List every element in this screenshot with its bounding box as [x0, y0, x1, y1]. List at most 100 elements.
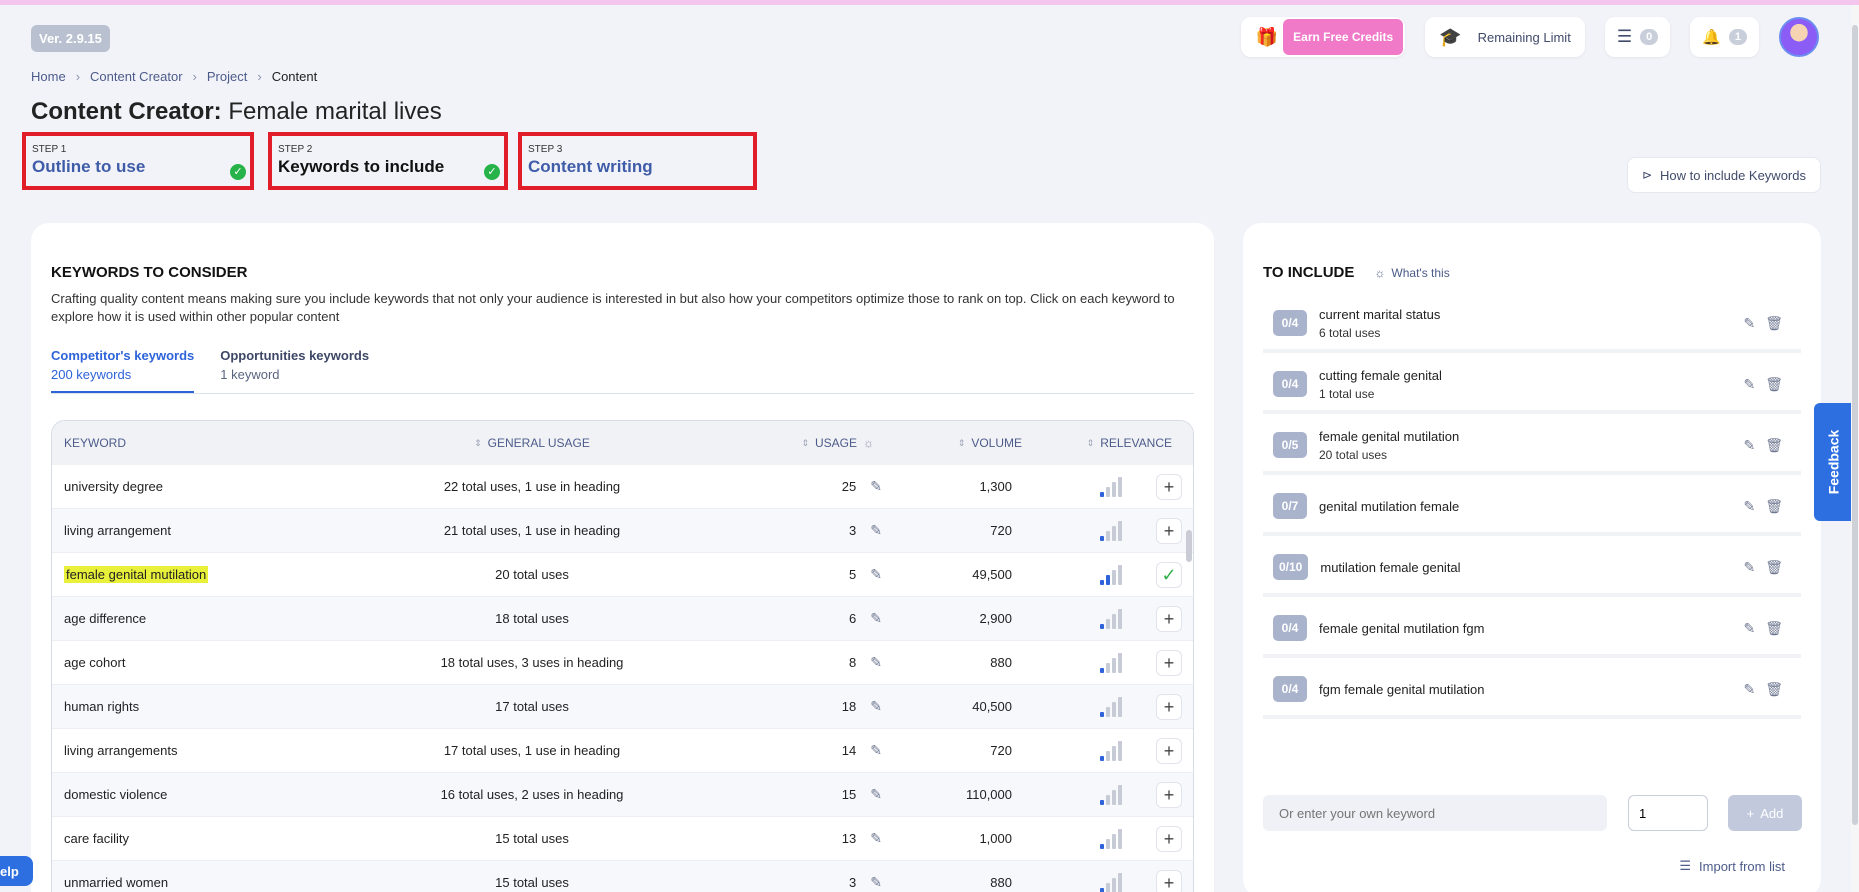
edit-icon[interactable]: ✎	[870, 698, 882, 715]
col-label: GENERAL USAGE	[487, 436, 590, 450]
table-row[interactable]: unmarried women 15 total uses 3 ✎ 880 +	[52, 861, 1193, 892]
usage-cell: 3 ✎	[692, 522, 882, 539]
whats-this-link[interactable]: ☼ What's this	[1374, 266, 1449, 280]
edit-icon[interactable]: ✎	[870, 522, 882, 539]
edit-icon[interactable]: ✎	[870, 786, 882, 803]
import-from-list-button[interactable]: ☰ Import from list	[1679, 858, 1785, 874]
general-usage-cell: 15 total uses	[495, 831, 569, 846]
col-label: RELEVANCE	[1100, 436, 1172, 450]
edit-icon[interactable]: ✎	[1743, 498, 1755, 515]
trash-icon[interactable]: 🗑	[1765, 498, 1783, 515]
table-row[interactable]: age cohort 18 total uses, 3 uses in headi…	[52, 641, 1193, 685]
remaining-limit-pill[interactable]: 🎓 Remaining Limit	[1425, 17, 1585, 57]
trash-icon[interactable]: 🗑	[1765, 315, 1783, 332]
step-3-writing[interactable]: STEP 3 Content writing	[518, 132, 757, 190]
step-label: STEP 1	[32, 144, 67, 155]
earn-credits-pill[interactable]: 🎁 Earn Free Credits	[1241, 17, 1406, 57]
table-scrollbar[interactable]	[1186, 465, 1192, 892]
edit-icon[interactable]: ✎	[1743, 681, 1755, 698]
to-include-item[interactable]: 0/4 fgm female genital mutilation ✎ 🗑	[1263, 663, 1801, 719]
trash-icon[interactable]: 🗑	[1765, 376, 1783, 393]
trash-icon[interactable]: 🗑	[1765, 559, 1783, 576]
keyword-cell[interactable]: unmarried women	[52, 875, 372, 890]
to-include-item[interactable]: 0/4 current marital status 6 total uses ✎ 🗑	[1263, 297, 1801, 353]
table-row[interactable]: domestic violence 16 total uses, 2 uses i…	[52, 773, 1193, 817]
list-count-badge: 0	[1640, 29, 1659, 45]
add-keyword-button[interactable]: + Add	[1728, 795, 1802, 831]
edit-icon[interactable]: ✎	[870, 742, 882, 759]
edit-icon[interactable]: ✎	[870, 874, 882, 891]
step-2-keywords[interactable]: STEP 2 Keywords to include ✓	[268, 132, 508, 190]
trash-icon[interactable]: 🗑	[1765, 620, 1783, 637]
keyword-cell[interactable]: age difference	[52, 611, 372, 626]
add-icon[interactable]: +	[1156, 869, 1182, 892]
col-usage[interactable]: ⇕ USAGE ☼	[692, 436, 882, 450]
to-include-item[interactable]: 0/4 female genital mutilation fgm ✎ 🗑	[1263, 602, 1801, 658]
col-general-usage[interactable]: ⇕ GENERAL USAGE	[372, 436, 692, 450]
add-icon[interactable]: +	[1156, 693, 1182, 720]
breadcrumb-content-creator[interactable]: Content Creator	[90, 69, 183, 84]
step-1-outline[interactable]: STEP 1 Outline to use ✓	[22, 132, 254, 190]
breadcrumb-home[interactable]: Home	[31, 69, 66, 84]
keyword-cell[interactable]: female genital mutilation	[52, 566, 372, 583]
check-icon[interactable]: ✓	[1156, 561, 1182, 588]
edit-icon[interactable]: ✎	[1743, 376, 1755, 393]
table-row[interactable]: living arrangements 17 total uses, 1 use …	[52, 729, 1193, 773]
tab-competitors-keywords[interactable]: Competitor's keywords 200 keywords	[51, 348, 195, 393]
to-include-item[interactable]: 0/4 cutting female genital 1 total use ✎ 🗑	[1263, 358, 1801, 414]
add-icon[interactable]: +	[1156, 473, 1182, 500]
keyword-cell[interactable]: human rights	[52, 699, 372, 714]
how-to-include-keywords-button[interactable]: ⊳ How to include Keywords	[1626, 157, 1821, 193]
action-cell: +	[1122, 781, 1182, 808]
action-cell: +	[1122, 869, 1182, 892]
add-icon[interactable]: +	[1156, 825, 1182, 852]
edit-icon[interactable]: ✎	[1743, 620, 1755, 637]
keyword-cell[interactable]: care facility	[52, 831, 372, 846]
add-icon[interactable]: +	[1156, 649, 1182, 676]
trash-icon[interactable]: 🗑	[1765, 437, 1783, 454]
table-row[interactable]: female genital mutilation 20 total uses 5 ✎…	[52, 553, 1193, 597]
to-include-item[interactable]: 0/10 mutilation female genital ✎ 🗑	[1263, 541, 1801, 597]
edit-icon[interactable]: ✎	[870, 610, 882, 627]
col-keyword[interactable]: KEYWORD	[52, 436, 372, 450]
edit-icon[interactable]: ✎	[1743, 437, 1755, 454]
trash-icon[interactable]: 🗑	[1765, 681, 1783, 698]
table-row[interactable]: age difference 18 total uses 6 ✎ 2,900 +	[52, 597, 1193, 641]
table-row[interactable]: living arrangement 21 total uses, 1 use i…	[52, 509, 1193, 553]
add-icon[interactable]: +	[1156, 737, 1182, 764]
breadcrumb-project[interactable]: Project	[207, 69, 247, 84]
keyword-quantity-input[interactable]	[1628, 795, 1708, 831]
table-row[interactable]: human rights 17 total uses 18 ✎ 40,500 +	[52, 685, 1193, 729]
feedback-tab[interactable]: Feedback	[1814, 403, 1852, 521]
edit-icon[interactable]: ✎	[870, 478, 882, 495]
edit-icon[interactable]: ✎	[1743, 559, 1755, 576]
keyword-cell[interactable]: university degree	[52, 479, 372, 494]
keyword-cell[interactable]: living arrangements	[52, 743, 372, 758]
keyword-cell[interactable]: age cohort	[52, 655, 372, 670]
col-relevance[interactable]: ⇕ RELEVANCE	[1022, 436, 1172, 450]
page-scrollbar[interactable]	[1851, 5, 1859, 892]
tab-opportunities-keywords[interactable]: Opportunities keywords 1 keyword	[220, 348, 369, 393]
edit-icon[interactable]: ✎	[1743, 315, 1755, 332]
notifications-button[interactable]: 🔔 1	[1690, 17, 1759, 57]
col-volume[interactable]: ⇕ VOLUME	[882, 436, 1022, 450]
own-keyword-input[interactable]	[1263, 795, 1607, 831]
edit-icon[interactable]: ✎	[870, 566, 882, 583]
add-icon[interactable]: +	[1156, 781, 1182, 808]
add-icon[interactable]: +	[1156, 605, 1182, 632]
edit-icon[interactable]: ✎	[870, 830, 882, 847]
table-row[interactable]: university degree 22 total uses, 1 use in…	[52, 465, 1193, 509]
task-list-button[interactable]: ☰ 0	[1604, 17, 1671, 57]
lightbulb-icon: ☼	[863, 436, 874, 450]
keyword-cell[interactable]: domestic violence	[52, 787, 372, 802]
earn-credits-button[interactable]: Earn Free Credits	[1283, 19, 1404, 55]
edit-icon[interactable]: ✎	[870, 654, 882, 671]
avatar[interactable]	[1779, 17, 1819, 57]
help-button[interactable]: elp	[0, 856, 33, 886]
volume-cell: 720	[990, 743, 1012, 758]
table-row[interactable]: care facility 15 total uses 13 ✎ 1,000 +	[52, 817, 1193, 861]
to-include-item[interactable]: 0/7 genital mutilation female ✎ 🗑	[1263, 480, 1801, 536]
keyword-cell[interactable]: living arrangement	[52, 523, 372, 538]
add-icon[interactable]: +	[1156, 517, 1182, 544]
to-include-item[interactable]: 0/5 female genital mutilation 20 total use…	[1263, 419, 1801, 475]
